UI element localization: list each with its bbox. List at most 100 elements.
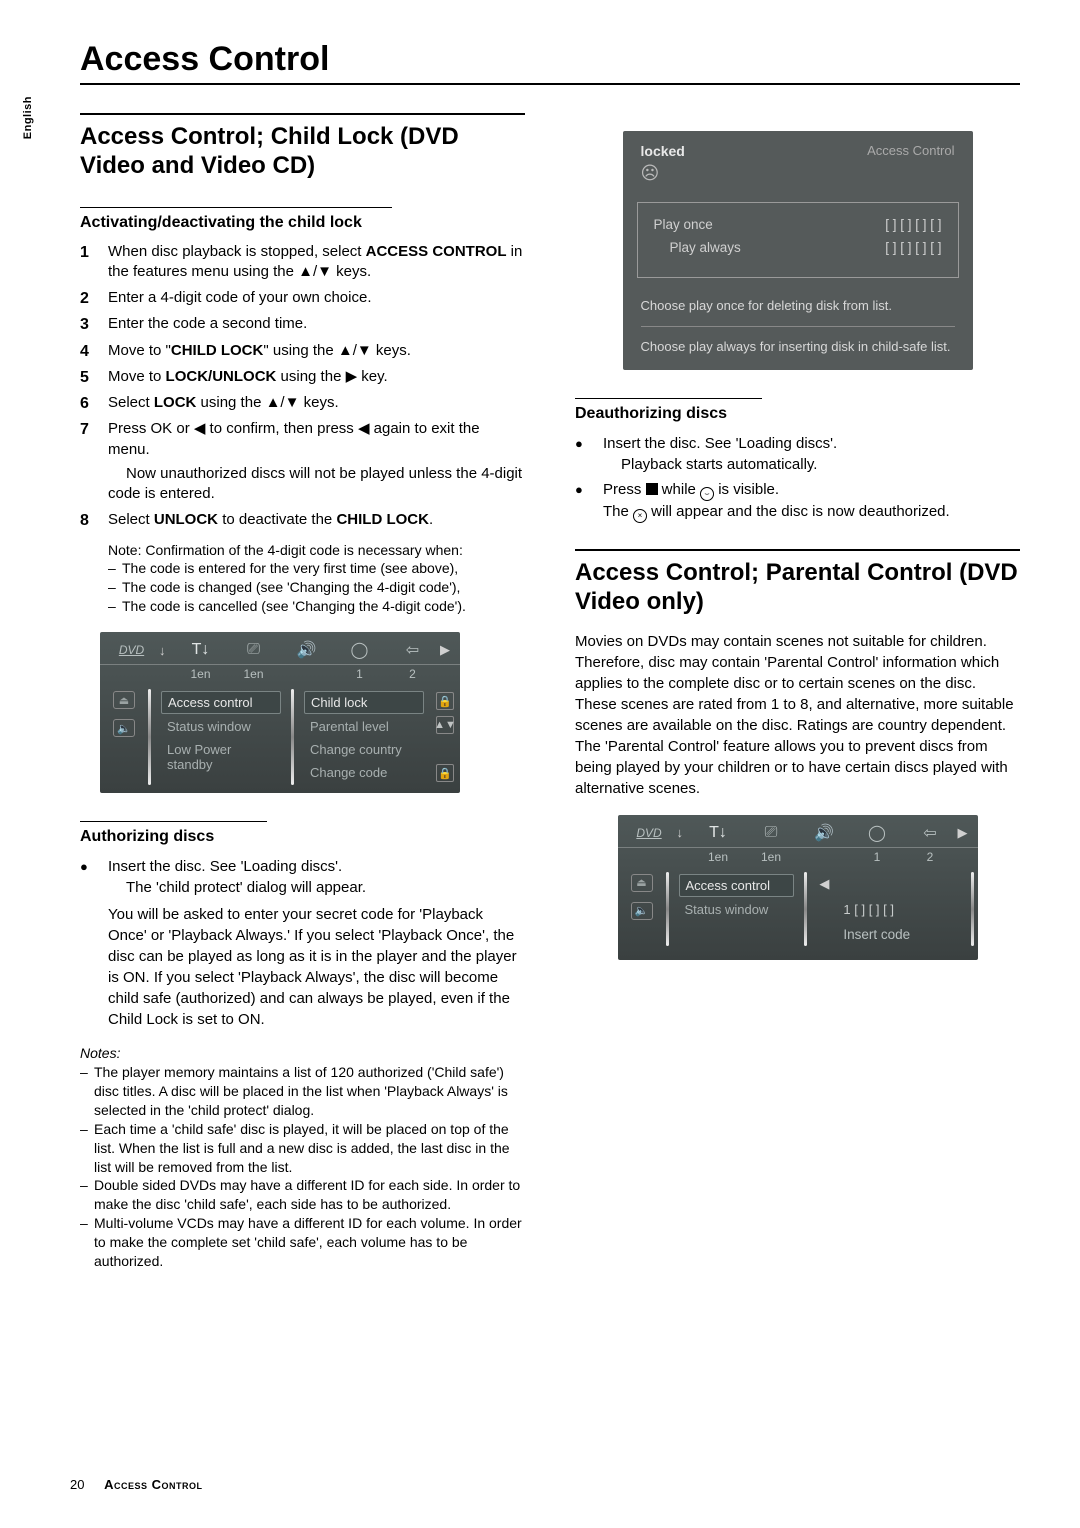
lang-icon: T↓ — [175, 639, 226, 661]
down-arrow-icon: ↓ — [677, 825, 691, 840]
t: while — [658, 481, 701, 498]
t: UNLOCK — [154, 511, 218, 528]
t: is visible. — [714, 481, 779, 498]
t — [281, 672, 332, 676]
audio-icon: 🔊 — [799, 821, 850, 845]
globe-icon: ◯ — [852, 821, 903, 845]
code-slots: [ ] [ ] [ ] [ ] — [885, 240, 941, 255]
osd-left-icons: ⏏🔈 — [622, 872, 662, 946]
note-item: Multi-volume VCDs may have a different I… — [80, 1214, 525, 1271]
t: 2 — [905, 848, 956, 866]
sub-deauthorizing: Deauthorizing discs — [575, 398, 762, 423]
osd-tab-labels: 1en 1en 1 2 — [618, 848, 978, 868]
unsafe-face-icon: × — [633, 509, 647, 523]
parental-para: Movies on DVDs may contain scenes not su… — [575, 631, 1020, 799]
t — [106, 672, 157, 676]
separator — [148, 689, 151, 785]
insert-code-label: Insert code — [819, 927, 958, 942]
step: Enter a 4-digit code of your own choice. — [80, 288, 525, 308]
t: 1en — [746, 848, 797, 866]
osd-tabs: DVD ↓ T↓ ⎚ 🔊 ◯ ⇦ ▶ — [100, 632, 460, 665]
left-column: Access Control; Child Lock (DVD Video an… — [80, 113, 525, 1271]
t: will appear and the disc is now deauthor… — [647, 503, 950, 520]
step: Select UNLOCK to deactivate the CHILD LO… — [80, 510, 525, 530]
t: Select — [108, 511, 154, 528]
t: LOCK — [154, 394, 197, 411]
t: Select — [108, 394, 154, 411]
menu-item: Change country — [304, 739, 424, 760]
section-parental: Access Control; Parental Control (DVD Vi… — [575, 549, 1020, 617]
step: Press OK or ◀ to confirm, then press ◀ a… — [80, 419, 525, 504]
note-block: Note: Confirmation of the 4-digit code i… — [108, 541, 525, 617]
lock-icon: 🔒 — [436, 764, 454, 782]
menu-item: Access control — [161, 691, 281, 714]
t: 1 — [334, 665, 385, 683]
step: Move to "CHILD LOCK" using the ▲/▼ keys. — [80, 341, 525, 361]
step: When disc playback is stopped, select AC… — [80, 242, 525, 283]
t: to deactivate the — [218, 511, 336, 528]
eject-icon: ⏏ — [631, 874, 653, 892]
t: The — [603, 503, 633, 520]
list-item: Insert the disc. See 'Loading discs'. Th… — [80, 856, 525, 898]
right-arrow-icon: ▶ — [958, 825, 972, 841]
section-child-lock: Access Control; Child Lock (DVD Video an… — [80, 113, 525, 181]
t: When disc playback is stopped, select — [108, 243, 366, 260]
t: ACCESS CONTROL — [366, 243, 507, 260]
sub-authorizing: Authorizing discs — [80, 821, 267, 846]
authorizing-para: You will be asked to enter your secret c… — [108, 904, 525, 1030]
osd-tab-labels: 1en 1en 1 2 — [100, 665, 460, 685]
t: " using the ▲/▼ keys. — [263, 342, 411, 359]
eject-icon: ⏏ — [113, 691, 135, 709]
play-once: Play once — [654, 217, 713, 232]
t: Enter a 4-digit code of your own choice. — [108, 289, 371, 306]
note-item: The code is changed (see 'Changing the 4… — [108, 578, 525, 597]
step: Select LOCK using the ▲/▼ keys. — [80, 393, 525, 413]
activation-steps: When disc playback is stopped, select AC… — [80, 242, 525, 531]
subtitle-icon: ⎚ — [746, 822, 797, 844]
globe-icon: ◯ — [334, 638, 385, 662]
dvd-icon: DVD — [624, 824, 675, 842]
down-arrow-icon: ↓ — [159, 643, 173, 658]
menu-item: Status window — [161, 716, 281, 737]
authorizing-list: Insert the disc. See 'Loading discs'. Th… — [80, 856, 525, 898]
lock-icon: 🔒 — [436, 692, 454, 710]
right-arrow-icon: ▶ — [440, 642, 454, 658]
value-row: 1 [ ] [ ] [ ] — [819, 902, 958, 917]
t: Choose play always for inserting disk in… — [641, 337, 955, 357]
subtitle-icon: ⎚ — [228, 639, 279, 661]
t — [799, 855, 850, 859]
menu-item: Access control — [679, 874, 795, 897]
page-footer: 20 Access Control — [70, 1477, 203, 1492]
osd-title: Access Control — [867, 143, 954, 158]
step-follow: Now unauthorized discs will not be playe… — [108, 464, 525, 505]
list-item: Press while ⌣ is visible. The × will app… — [575, 479, 1020, 523]
osd-left-menu: Access control Status window — [673, 872, 801, 946]
osd-left-icons: ⏏🔈 — [104, 689, 144, 785]
t: The 'child protect' dialog will appear. — [108, 877, 366, 898]
code-slots: [ ] [ ] [ ] [ ] — [885, 217, 941, 232]
t: Playback starts automatically. — [603, 454, 817, 475]
osd-body: ⏏🔈 Access control Status window Low Powe… — [100, 685, 460, 793]
step: Move to LOCK/UNLOCK using the ▶ key. — [80, 367, 525, 387]
safe-smile-icon: ⌣ — [700, 487, 714, 501]
sad-face-icon: ☹ — [641, 163, 685, 184]
code-slots: 1 [ ] [ ] [ ] — [843, 902, 894, 917]
menu-item: Low Power standby — [161, 739, 281, 775]
notes-block: Notes: The player memory maintains a lis… — [80, 1044, 525, 1271]
value-row: ◀ — [819, 876, 958, 892]
t: Press OK or ◀ to confirm, then press ◀ a… — [108, 420, 480, 457]
lang-icon: T↓ — [693, 822, 744, 844]
page-title: Access Control — [80, 40, 1020, 85]
audio-icon: 🔊 — [281, 638, 332, 662]
osd-right-icons: 🔒▲▼🔒 — [434, 689, 456, 785]
left-arrow-icon: ◀ — [819, 876, 829, 892]
note-item: The code is entered for the very first t… — [108, 559, 525, 578]
notes-label: Notes: — [80, 1044, 525, 1063]
t: Insert the disc. See 'Loading discs'. — [603, 435, 837, 452]
osd-value-area: ◀ 1 [ ] [ ] [ ] Insert code — [811, 872, 966, 946]
stop-icon — [646, 483, 658, 495]
content-columns: Access Control; Child Lock (DVD Video an… — [80, 113, 1020, 1271]
t: using the ▶ key. — [276, 368, 387, 385]
t: 1en — [693, 848, 744, 866]
menu-item: Change code — [304, 762, 424, 783]
